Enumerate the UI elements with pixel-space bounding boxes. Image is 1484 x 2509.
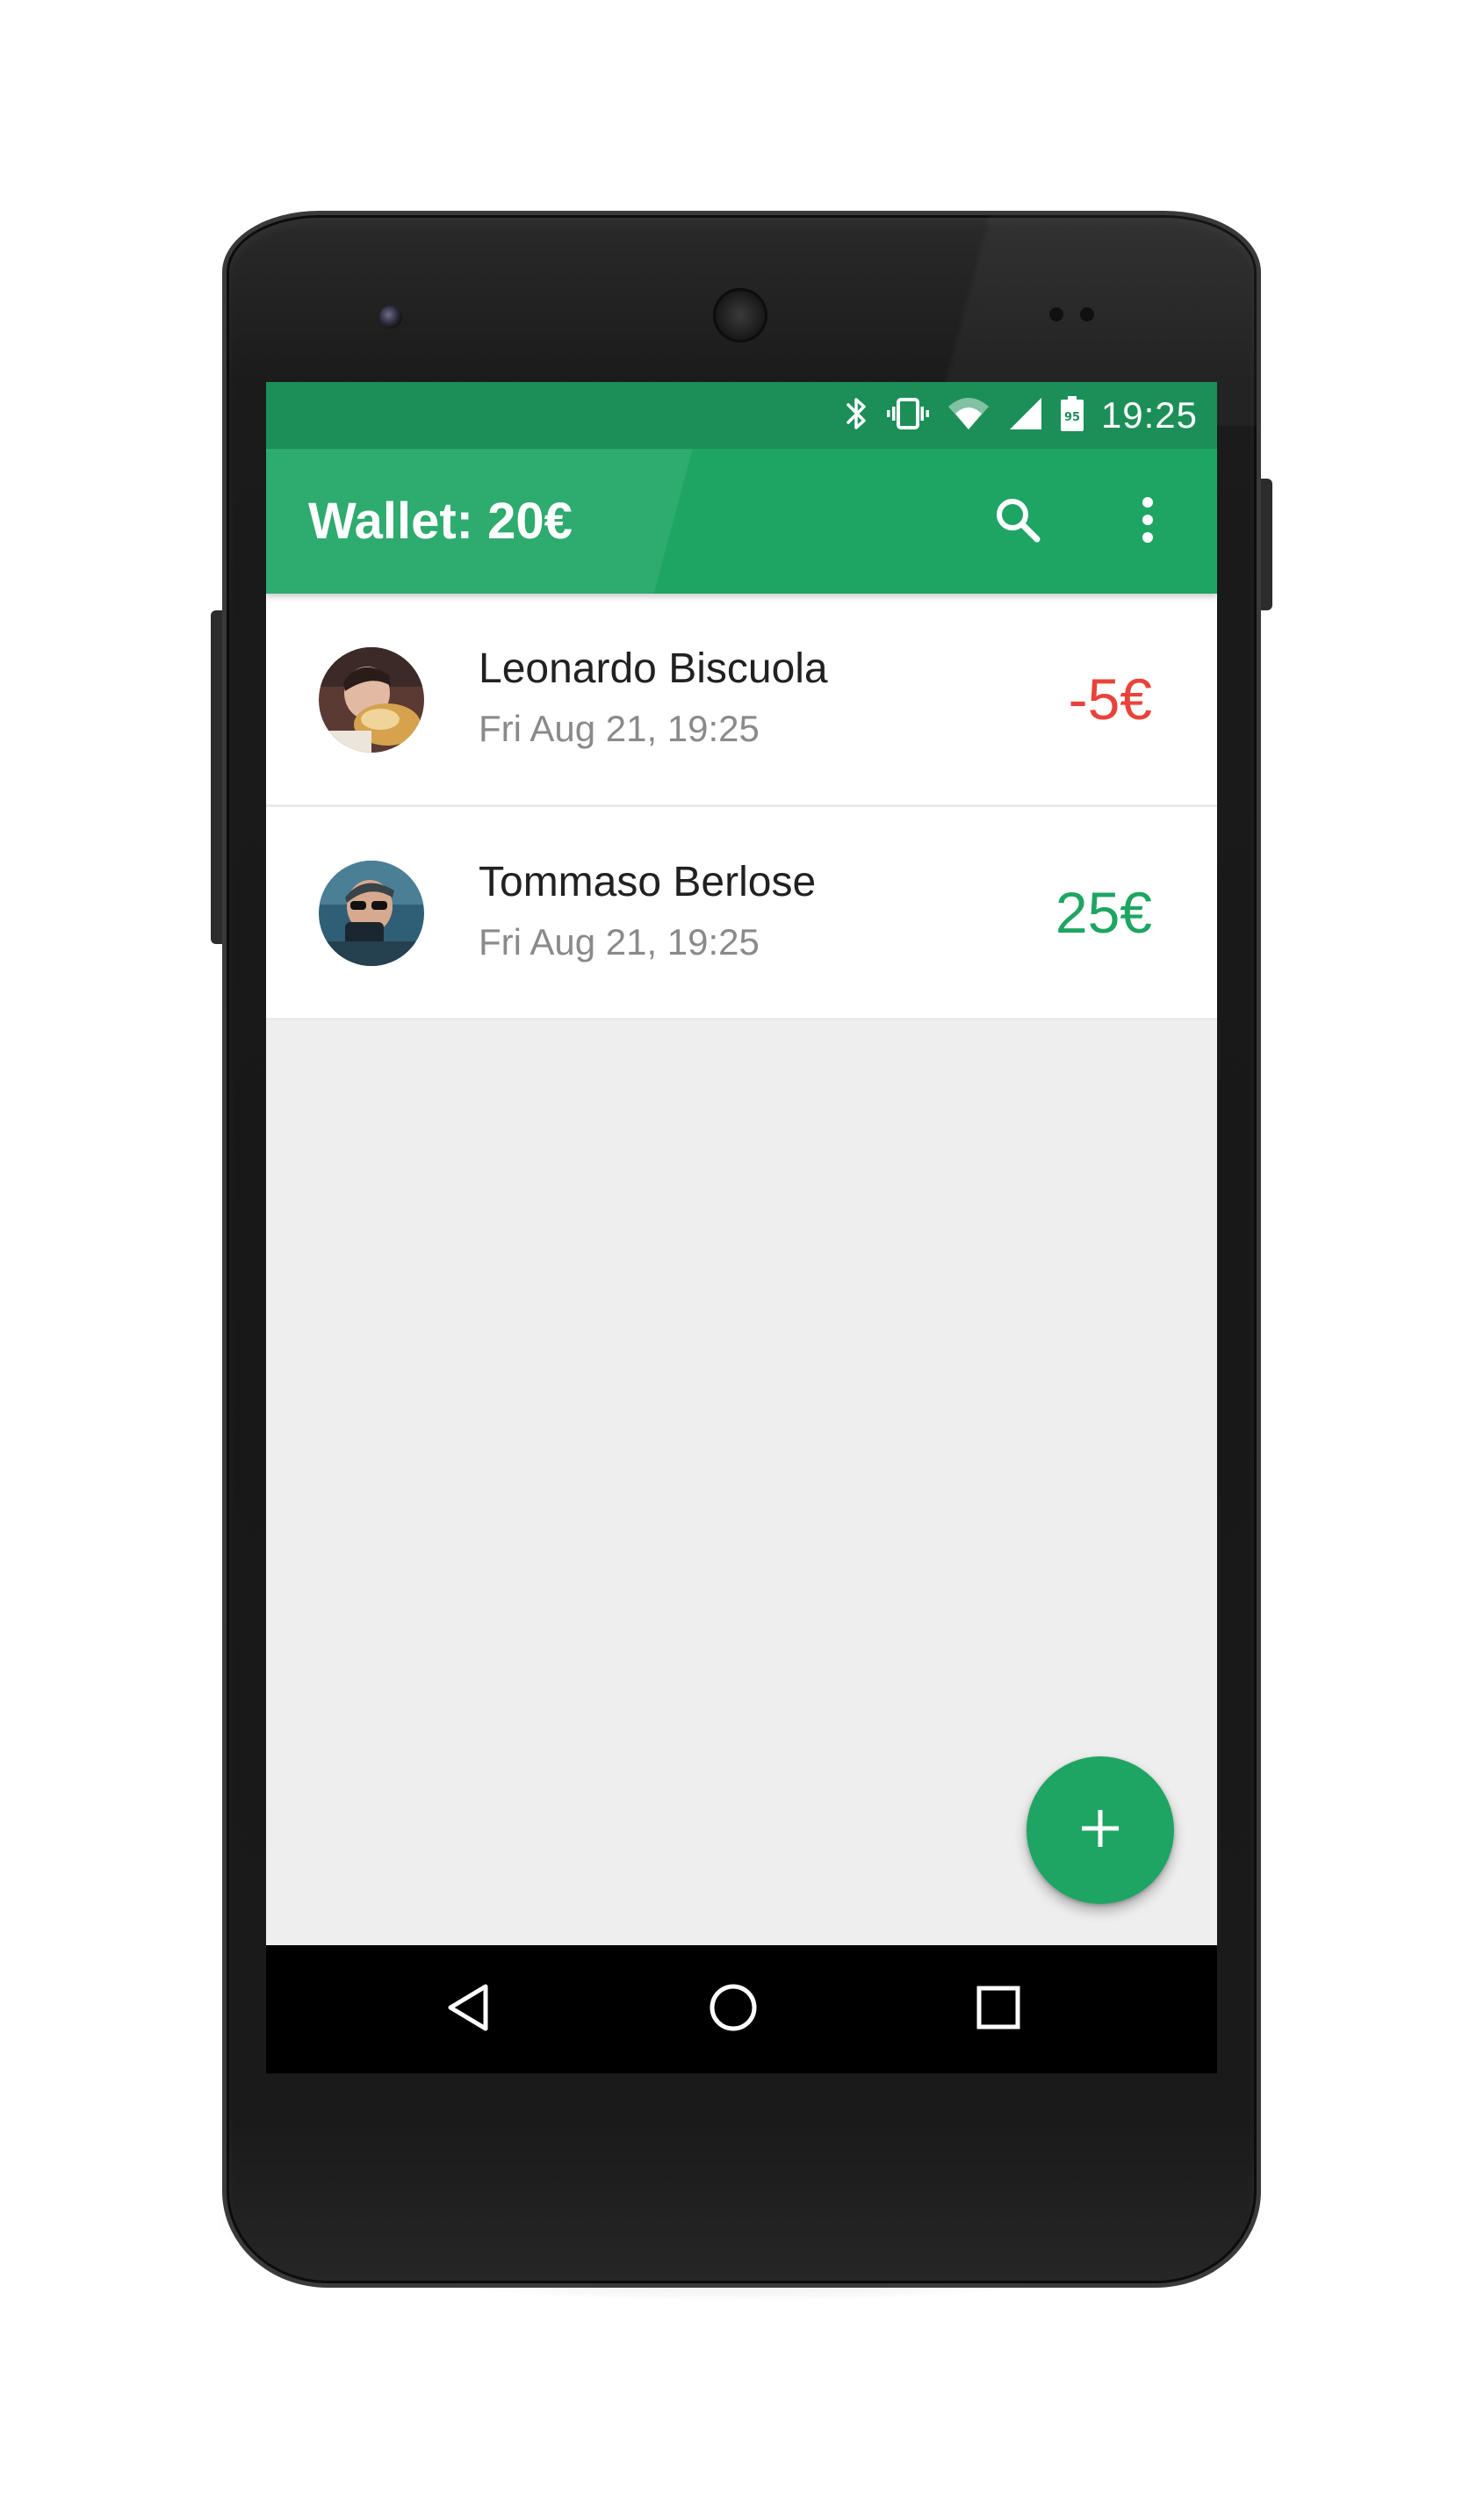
volume-button [211, 610, 223, 944]
screen: 95 19:25 Wallet: 20€ Leonardo Biscuola F… [266, 382, 1217, 2073]
navigation-bar [266, 1945, 1217, 2073]
transaction-date: Fri Aug 21, 19:25 [479, 921, 760, 963]
battery-level: 95 [1064, 411, 1080, 424]
add-transaction-button[interactable] [1027, 1756, 1174, 1904]
status-icons: 95 19:25 [843, 382, 1198, 449]
bluetooth-icon [843, 394, 869, 437]
transaction-amount: -5€ [1068, 667, 1152, 732]
power-button [1260, 479, 1272, 610]
search-button[interactable] [984, 488, 1051, 555]
transaction-row[interactable]: Leonardo Biscuola Fri Aug 21, 19:25 -5€ [266, 594, 1217, 807]
app-title: Wallet: 20€ [308, 493, 573, 550]
wifi-icon [947, 394, 991, 437]
light-sensor [1080, 307, 1094, 321]
transaction-list: Leonardo Biscuola Fri Aug 21, 19:25 -5€ [266, 594, 1217, 1020]
signal-icon [1006, 394, 1043, 437]
app-bar: Wallet: 20€ [266, 449, 1217, 594]
search-icon [991, 494, 1044, 551]
earpiece-speaker [713, 288, 767, 342]
overflow-menu-button[interactable] [1114, 488, 1181, 555]
front-camera [379, 306, 402, 328]
page: 95 19:25 Wallet: 20€ Leonardo Biscuola F… [0, 0, 1484, 2509]
transaction-date: Fri Aug 21, 19:25 [479, 708, 760, 749]
battery-icon: 95 [1059, 394, 1085, 437]
proximity-sensor [1049, 307, 1063, 321]
home-icon [707, 1981, 760, 2038]
transaction-name: Leonardo Biscuola [479, 645, 828, 692]
recents-icon [974, 1983, 1023, 2037]
transaction-amount: 25€ [1055, 880, 1152, 945]
vibrate-icon [885, 394, 931, 437]
more-vert-icon [1139, 494, 1156, 551]
recents-button[interactable] [963, 1974, 1034, 2044]
transaction-row[interactable]: Tommaso Berlose Fri Aug 21, 19:25 25€ [266, 807, 1217, 1020]
back-button[interactable] [433, 1974, 503, 2044]
avatar [319, 647, 424, 753]
add-icon [1080, 1808, 1120, 1853]
status-bar: 95 19:25 [266, 382, 1217, 449]
status-time: 19:25 [1100, 394, 1198, 436]
back-icon [443, 1981, 493, 2038]
avatar [319, 861, 424, 966]
transaction-name: Tommaso Berlose [479, 859, 817, 905]
home-button[interactable] [698, 1974, 768, 2044]
